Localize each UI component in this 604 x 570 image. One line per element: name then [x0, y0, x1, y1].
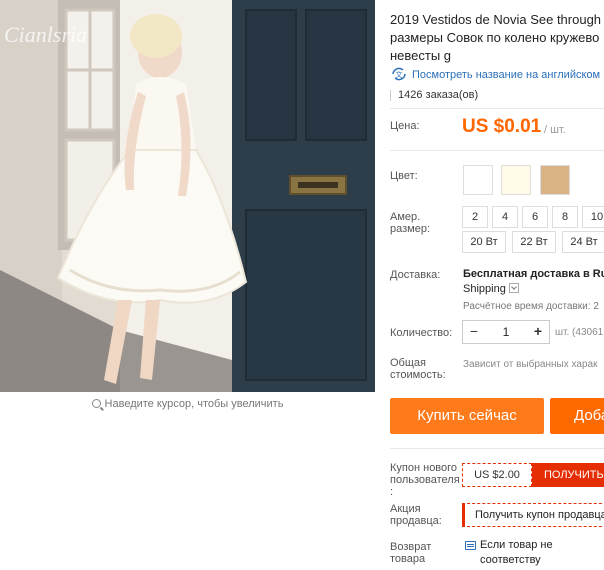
- product-image[interactable]: Cianlsria: [0, 0, 375, 392]
- get-coupon-button[interactable]: ПОЛУЧИТЬ: [532, 463, 604, 487]
- size-label: Амер. размер:: [390, 211, 431, 235]
- watermark-text: Cianlsria: [4, 22, 87, 47]
- quantity-decrease-button[interactable]: −: [463, 321, 485, 343]
- delivery-time: Расчётное время доставки: 2: [463, 301, 599, 312]
- quantity-stepper: − 1 +: [462, 320, 550, 344]
- wedding-dress-photo: Cianlsria: [0, 0, 375, 392]
- svg-text:文: 文: [396, 70, 403, 79]
- zoom-hint: Наведите курсор, чтобы увеличить: [0, 398, 375, 410]
- size-option[interactable]: 10: [582, 206, 604, 228]
- price-label: Цена:: [390, 120, 420, 132]
- quantity-input[interactable]: 1: [485, 321, 527, 343]
- returns-label: Возврат товара: [390, 541, 432, 565]
- quantity-increase-button[interactable]: +: [527, 321, 549, 343]
- translate-title-link[interactable]: 文 Посмотреть название на английском: [390, 67, 600, 81]
- size-option[interactable]: 2: [462, 206, 488, 228]
- price-unit: / шт.: [544, 124, 566, 136]
- size-option[interactable]: 6: [522, 206, 548, 228]
- return-policy-icon: [465, 541, 476, 550]
- shipping-title: Бесплатная доставка в Russ: [463, 268, 604, 280]
- divider: [390, 448, 604, 449]
- color-swatch-champagne[interactable]: [540, 165, 570, 195]
- total-value: Зависит от выбранных харак: [463, 359, 598, 370]
- new-user-coupon-amount: US $2.00: [462, 463, 532, 487]
- translate-icon: 文: [392, 67, 406, 81]
- size-option[interactable]: 24 Вт: [562, 231, 604, 253]
- size-option[interactable]: 4: [492, 206, 518, 228]
- product-title: 2019 Vestidos de Novia See through B раз…: [390, 12, 602, 63]
- total-label: Общая стоимость:: [390, 357, 446, 381]
- size-option[interactable]: 22 Вт: [512, 231, 556, 253]
- shipping-label: Доставка:: [390, 269, 441, 281]
- seller-coupon-button[interactable]: Получить купон продавца: [462, 503, 604, 527]
- zoom-hint-text: Наведите курсор, чтобы увеличить: [104, 398, 284, 410]
- magnifier-icon: [91, 399, 101, 408]
- size-option[interactable]: 20 Вт: [462, 231, 506, 253]
- orders-count: 1426 заказа(ов): [389, 89, 479, 101]
- size-option[interactable]: 8: [552, 206, 578, 228]
- divider: [390, 108, 604, 109]
- product-details: 2019 Vestidos de Novia See through B раз…: [389, 0, 604, 570]
- seller-promo-label: Акция продавца:: [390, 503, 442, 527]
- quantity-label: Количество:: [390, 327, 453, 339]
- color-swatch-ivory[interactable]: [501, 165, 531, 195]
- shipping-method-text: Shipping: [463, 283, 506, 295]
- translate-link-text: Посмотреть название на английском: [412, 69, 601, 81]
- add-to-cart-button[interactable]: Доба: [550, 398, 604, 434]
- color-swatch-white[interactable]: [463, 165, 493, 195]
- buy-now-button[interactable]: Купить сейчас: [390, 398, 544, 434]
- shipping-method[interactable]: Shipping: [463, 283, 519, 295]
- price-value: US $0.01: [462, 116, 542, 137]
- new-user-coupon-label: Купон нового пользователя :: [390, 462, 460, 498]
- color-label: Цвет:: [390, 170, 418, 182]
- chevron-down-icon[interactable]: [508, 283, 519, 293]
- stock-available: шт. (43061: [555, 327, 604, 338]
- return-policy-text: Если товар не соответству оплатив стоимо…: [480, 539, 604, 570]
- divider: [390, 150, 604, 151]
